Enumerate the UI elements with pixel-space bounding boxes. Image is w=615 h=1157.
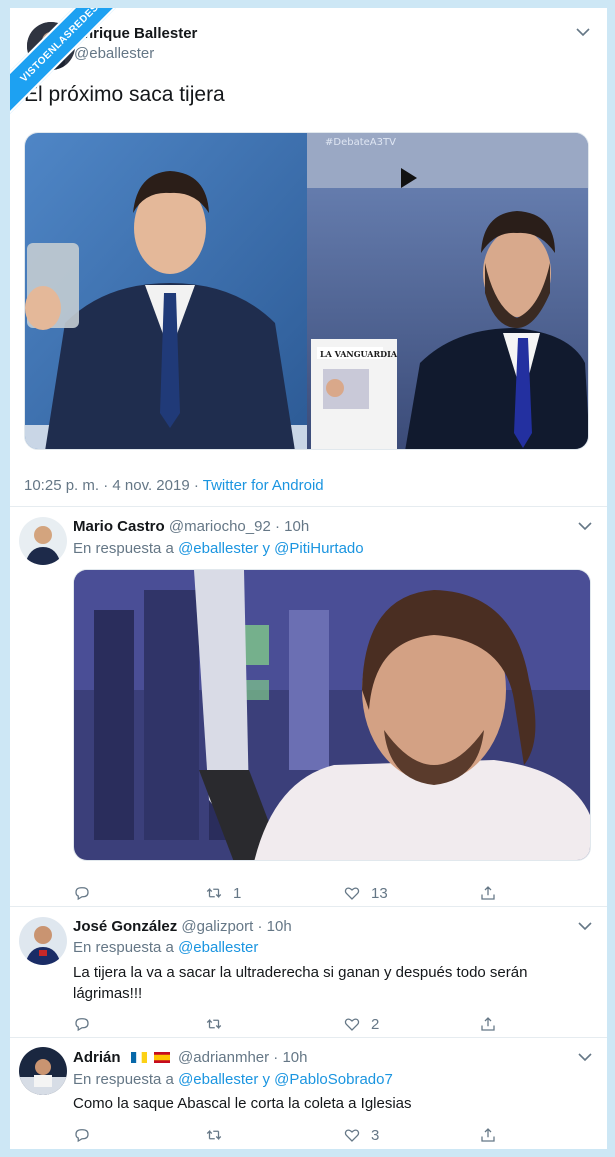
like-button[interactable]: 2 xyxy=(343,1015,379,1033)
reply-author-name[interactable]: José González xyxy=(73,918,177,935)
mention-links[interactable]: @eballester xyxy=(178,939,258,956)
reply-author-name[interactable]: Adrián xyxy=(73,1049,121,1066)
reply-tweet[interactable]: Mario Castro @mariocho_92 · 10h En respu… xyxy=(10,507,607,906)
avatar[interactable] xyxy=(19,917,67,965)
tweet-media[interactable]: #DebateA3TV LA VANGUARDIA xyxy=(24,132,589,450)
chevron-down-icon[interactable] xyxy=(573,26,593,40)
retweet-icon xyxy=(206,887,222,899)
retweet-count: 1 xyxy=(233,884,242,902)
author-handle[interactable]: @eballester xyxy=(74,45,154,62)
mention-links[interactable]: @eballester y @PabloSobrado7 xyxy=(178,1071,393,1088)
avatar[interactable] xyxy=(19,517,67,565)
chevron-down-icon[interactable] xyxy=(575,520,595,534)
reply-icon xyxy=(75,1018,89,1032)
share-button[interactable] xyxy=(479,1126,497,1144)
tweet-metadata: 10:25 p. m. · 4 nov. 2019 · Twitter for … xyxy=(24,477,324,494)
reply-tweet[interactable]: Adrián @adrianmher · 10h En respuesta a … xyxy=(10,1038,607,1149)
tweet-text: El próximo saca tijera xyxy=(24,83,225,106)
reply-handle[interactable]: @galizport · 10h xyxy=(181,918,291,935)
retweet-icon xyxy=(206,1129,222,1141)
like-count: 13 xyxy=(371,884,388,902)
reply-button[interactable] xyxy=(73,1126,101,1144)
reply-tweet[interactable]: José González @galizport · 10h En respue… xyxy=(10,907,607,1037)
reply-handle[interactable]: @adrianmher · 10h xyxy=(178,1049,307,1066)
like-button[interactable]: 3 xyxy=(343,1126,379,1144)
main-tweet: Enrique Ballester @eballester El próximo… xyxy=(10,8,607,506)
timestamp[interactable]: 10:25 p. m. · 4 nov. 2019 · xyxy=(24,477,199,494)
reply-text: Como la saque Abascal le corta la coleta… xyxy=(73,1095,412,1112)
retweet-icon xyxy=(206,1018,222,1030)
newspaper-label: LA VANGUARDIA xyxy=(320,349,398,359)
retweet-button[interactable] xyxy=(205,1015,233,1033)
reply-author-name[interactable]: Mario Castro xyxy=(73,518,165,535)
reply-author[interactable]: Mario Castro @mariocho_92 · 10h xyxy=(73,518,309,535)
chevron-down-icon[interactable] xyxy=(575,1051,595,1065)
tweet-actions: 2 xyxy=(73,1015,513,1035)
chevron-down-icon[interactable] xyxy=(575,920,595,934)
tweet-screenshot-frame: VISTOENLASREDES Enrique Ballester @eball… xyxy=(10,8,607,1149)
in-reply-to: En respuesta a @eballester y @PabloSobra… xyxy=(73,1071,393,1088)
share-icon xyxy=(481,1128,495,1142)
reply-handle[interactable]: @mariocho_92 · 10h xyxy=(169,518,309,535)
in-reply-to: En respuesta a @eballester xyxy=(73,939,258,956)
in-reply-label: En respuesta a xyxy=(73,939,174,956)
share-icon xyxy=(481,1017,495,1031)
in-reply-label: En respuesta a xyxy=(73,540,174,557)
like-button[interactable]: 13 xyxy=(343,884,388,902)
like-icon xyxy=(344,1129,360,1142)
like-count: 3 xyxy=(371,1126,380,1144)
like-count: 2 xyxy=(371,1015,380,1033)
reply-icon xyxy=(75,1129,89,1143)
like-icon xyxy=(344,1018,360,1031)
in-reply-label: En respuesta a xyxy=(73,1071,174,1088)
mention-links[interactable]: @eballester y @PitiHurtado xyxy=(178,540,364,557)
reply-button[interactable] xyxy=(73,884,101,902)
spain-flag-icon xyxy=(153,1050,170,1063)
share-button[interactable] xyxy=(479,884,497,902)
reply-author[interactable]: Adrián @adrianmher · 10h xyxy=(73,1049,308,1066)
share-icon xyxy=(481,886,495,900)
retweet-button[interactable]: 1 xyxy=(205,884,241,902)
reply-button[interactable] xyxy=(73,1015,101,1033)
reply-media[interactable] xyxy=(73,569,591,861)
tweet-actions: 1 13 xyxy=(73,884,513,904)
tweet-actions: 3 xyxy=(73,1126,513,1146)
reply-text: La tijera la va a sacar la ultraderecha … xyxy=(73,964,528,1002)
in-reply-to: En respuesta a @eballester y @PitiHurtad… xyxy=(73,540,364,557)
retweet-button[interactable] xyxy=(205,1126,233,1144)
source-link[interactable]: Twitter for Android xyxy=(203,477,324,494)
avatar[interactable] xyxy=(19,1047,67,1095)
hashtag-overlay: #DebateA3TV xyxy=(325,137,396,148)
canary-islands-flag-icon xyxy=(130,1050,147,1063)
share-button[interactable] xyxy=(479,1015,497,1033)
reply-icon xyxy=(75,887,89,901)
reply-author[interactable]: José González @galizport · 10h xyxy=(73,918,292,935)
like-icon xyxy=(344,887,360,900)
